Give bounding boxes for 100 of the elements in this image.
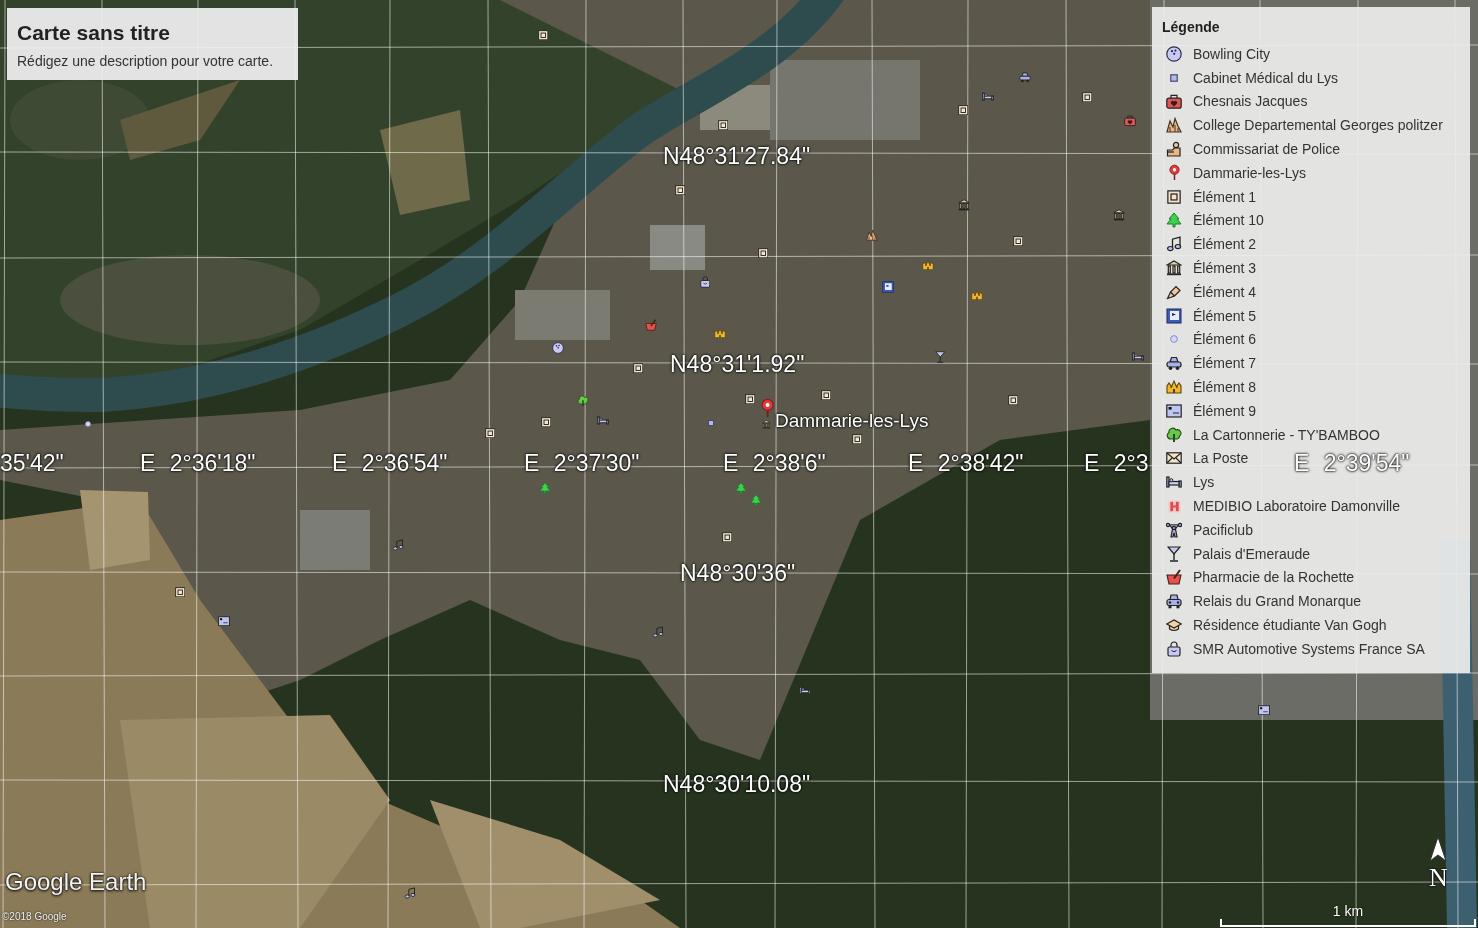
framed-square-icon[interactable]: [820, 389, 832, 401]
pencil-icon: [1166, 283, 1182, 300]
placemark-label: Dammarie-les-Lys: [775, 410, 929, 432]
legend-label: Élément 4: [1193, 282, 1257, 301]
columns-building-icon: [1166, 260, 1182, 277]
cocktail-glass-icon[interactable]: [934, 351, 946, 363]
legend-label: Élément 10: [1193, 211, 1264, 230]
columns-building-icon[interactable]: [1113, 209, 1125, 221]
tree-icon[interactable]: [539, 482, 551, 494]
mountains-icon[interactable]: [866, 229, 878, 241]
legend-label: La Cartonnerie - TY'BAMBOO: [1193, 425, 1380, 444]
legend-label: MEDIBIO Laboratoire Damonville: [1193, 497, 1400, 516]
music-note-icon[interactable]: [392, 539, 404, 551]
legend-label: Cabinet Médical du Lys: [1193, 68, 1338, 87]
framed-square-icon[interactable]: [174, 586, 186, 598]
framed-square-icon[interactable]: [537, 29, 549, 41]
music-note-icon[interactable]: [404, 887, 416, 899]
framed-square-icon[interactable]: [1007, 394, 1019, 406]
legend-label: Élément 8: [1193, 378, 1257, 397]
longitude-label: E 2°36'18": [140, 450, 256, 476]
compass-north-label: N: [1429, 864, 1448, 892]
car-icon[interactable]: [1019, 71, 1031, 83]
bed-icon[interactable]: [799, 685, 811, 695]
longitude-label: 35'42": [0, 450, 64, 476]
map-description: Rédigez une description pour votre carte.: [17, 52, 274, 70]
first-aid-kit-icon[interactable]: [1124, 115, 1136, 127]
shopping-bag-icon: [1167, 640, 1181, 657]
leafy-tree-icon: [1166, 426, 1182, 443]
cocktail-glass-icon: [1167, 545, 1181, 562]
legend-title: Légende: [1162, 18, 1220, 37]
screen-icon[interactable]: [1258, 704, 1270, 716]
graduation-cap-icon: [1166, 618, 1182, 632]
legend-label: Dammarie-les-Lys: [1193, 163, 1307, 182]
scale-label: 1 km: [1332, 903, 1364, 919]
framed-square-icon[interactable]: [757, 247, 769, 259]
tree-icon[interactable]: [735, 482, 747, 494]
google-earth-logo: Google Earth: [5, 868, 147, 896]
flag-icon: [1166, 307, 1182, 324]
legend-label: La Poste: [1193, 449, 1249, 468]
legend-label: Élément 2: [1193, 235, 1257, 254]
bowling-ball-icon: [1166, 45, 1182, 62]
music-note-icon[interactable]: [652, 626, 664, 638]
longitude-label: E 2°3: [1084, 450, 1149, 476]
bed-icon[interactable]: [1132, 351, 1144, 361]
tree-icon[interactable]: [750, 494, 762, 506]
legend-label: Élément 7: [1193, 354, 1257, 373]
music-note-icon: [1166, 236, 1182, 253]
shopping-bag-icon[interactable]: [699, 276, 711, 288]
weightlifter-icon: [1166, 521, 1182, 538]
legend-label: SMR Automotive Systems France SA: [1193, 639, 1425, 658]
map-title: Carte sans titre: [17, 20, 170, 46]
framed-square-icon[interactable]: [540, 416, 552, 428]
tree-icon: [1166, 212, 1182, 229]
screen-icon[interactable]: [218, 615, 230, 627]
columns-building-icon[interactable]: [958, 199, 970, 211]
north-arrow-icon: [1429, 836, 1447, 862]
castle-icon[interactable]: [922, 259, 934, 271]
mortar-and-pestle-icon[interactable]: [645, 319, 657, 331]
legend-label: Bowling City: [1193, 44, 1271, 63]
castle-icon[interactable]: [971, 289, 983, 301]
legend-label: Lys: [1193, 473, 1215, 492]
legend-label: Relais du Grand Monarque: [1193, 592, 1362, 611]
envelope-icon: [1166, 452, 1182, 465]
legend-label: Élément 3: [1193, 259, 1257, 278]
longitude-label: E 2°36'54": [332, 450, 448, 476]
framed-square-icon[interactable]: [484, 427, 496, 439]
castle-icon: [1166, 380, 1182, 395]
bowling-ball-icon[interactable]: [552, 342, 564, 354]
leafy-tree-icon[interactable]: [577, 395, 589, 407]
framed-square-icon[interactable]: [744, 393, 756, 405]
legend-label: Élément 9: [1193, 401, 1257, 420]
castle-icon[interactable]: [714, 327, 726, 339]
longitude-label: E 2°37'30": [524, 450, 640, 476]
framed-square-icon[interactable]: [717, 119, 729, 131]
legend-label: Pharmacie de la Rochette: [1193, 568, 1355, 587]
framed-square-icon[interactable]: [721, 531, 733, 543]
framed-square-icon[interactable]: [1012, 235, 1024, 247]
latitude-label: N48°31'1.92": [670, 351, 805, 377]
map-pin-icon[interactable]: [761, 398, 775, 419]
flag-icon[interactable]: [882, 281, 894, 293]
longitude-label: E 2°39'54": [1294, 450, 1410, 476]
framed-square-icon[interactable]: [674, 184, 686, 196]
framed-square-icon[interactable]: [957, 104, 969, 116]
car-front-icon: [1166, 593, 1182, 610]
framed-square-icon[interactable]: [1081, 91, 1093, 103]
bed-icon[interactable]: [982, 91, 994, 101]
legend-label: Pacificlub: [1193, 520, 1253, 539]
car-icon: [1166, 355, 1182, 372]
square-icon: [1170, 73, 1178, 82]
dot-icon[interactable]: [85, 421, 91, 427]
screen-icon: [1166, 403, 1182, 418]
framed-square-icon[interactable]: [632, 362, 644, 374]
framed-square-icon[interactable]: [851, 433, 863, 445]
mortar-and-pestle-icon: [1166, 569, 1182, 586]
legend-label: Palais d'Emeraude: [1193, 544, 1311, 563]
legend-label: Résidence étudiante Van Gogh: [1193, 616, 1387, 634]
legend-label: Commissariat de Police: [1193, 140, 1341, 159]
framed-square-icon: [1167, 189, 1181, 204]
bed-icon[interactable]: [597, 415, 609, 425]
mountains-icon: [1166, 117, 1182, 134]
